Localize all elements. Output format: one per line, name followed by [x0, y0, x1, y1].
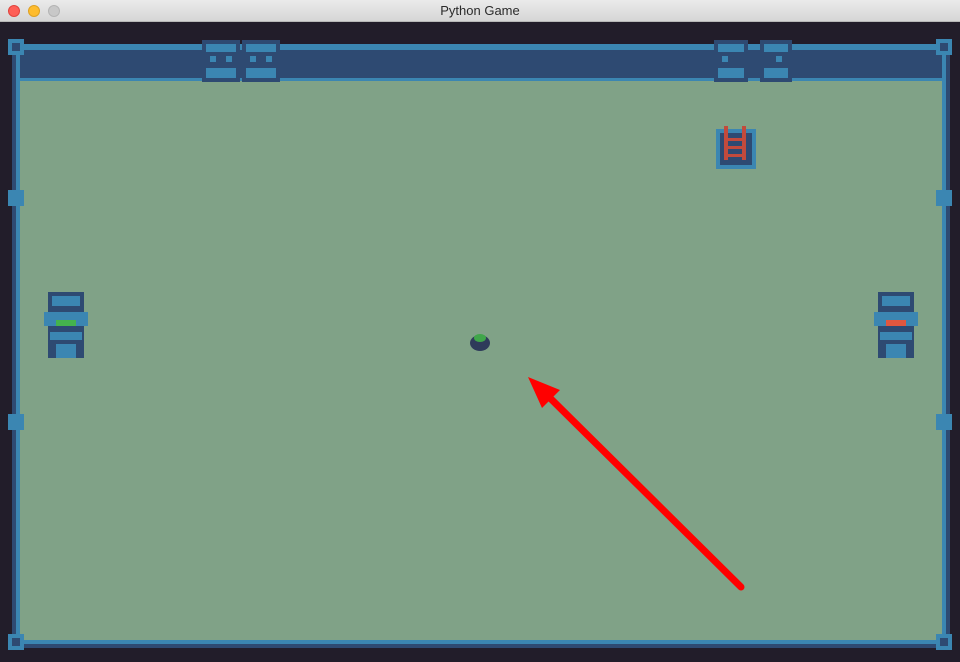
title-bar: Python Game	[0, 0, 960, 22]
ladder-hatch-icon	[716, 126, 756, 169]
game-canvas[interactable]	[0, 22, 960, 662]
totem-statue-icon-left	[44, 292, 88, 358]
game-scene	[8, 39, 952, 650]
game-window: Python Game	[0, 0, 960, 662]
totem-statue-icon-right	[874, 292, 918, 358]
window-title: Python Game	[440, 3, 520, 18]
floor	[20, 80, 945, 646]
